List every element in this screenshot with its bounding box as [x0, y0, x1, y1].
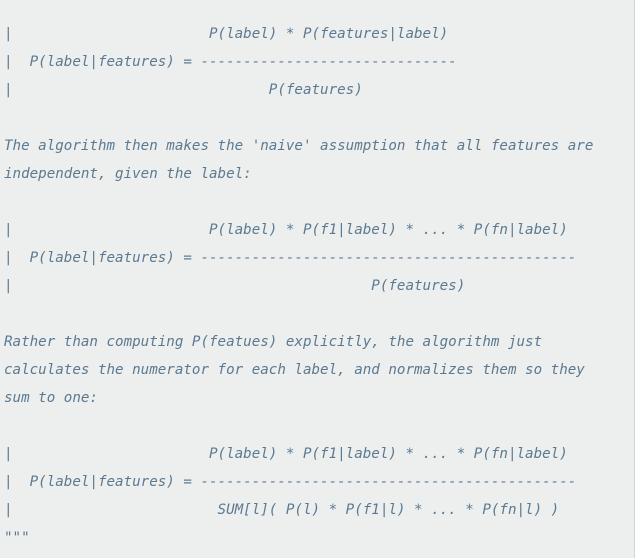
code-line: independent, given the label:	[4, 166, 252, 182]
code-line: | P(features)	[4, 278, 466, 294]
code-line: | P(label) * P(features|label)	[4, 26, 449, 42]
code-line: | P(label|features) = ------------------…	[4, 474, 577, 490]
code-line: | P(label|features) = ------------------…	[4, 54, 457, 70]
code-line: | P(label) * P(f1|label) * ... * P(fn|la…	[4, 446, 568, 462]
code-line: | SUM[l]( P(l) * P(f1|l) * ... * P(fn|l)…	[4, 502, 560, 518]
code-line: | P(label) * P(f1|label) * ... * P(fn|la…	[4, 222, 568, 238]
code-line: The algorithm then makes the 'naive' ass…	[4, 138, 594, 154]
code-line: | P(label|features) = ------------------…	[4, 250, 577, 266]
code-view[interactable]: | P(label) * P(features|label) | P(label|…	[0, 0, 635, 558]
docstring-block: | P(label) * P(features|label) | P(label|…	[0, 0, 634, 552]
code-line: | P(features)	[4, 82, 363, 98]
code-line: """	[4, 530, 30, 546]
code-line: Rather than computing P(featues) explici…	[4, 334, 543, 350]
code-line: calculates the numerator for each label,…	[4, 362, 585, 378]
code-line: sum to one:	[4, 390, 98, 406]
